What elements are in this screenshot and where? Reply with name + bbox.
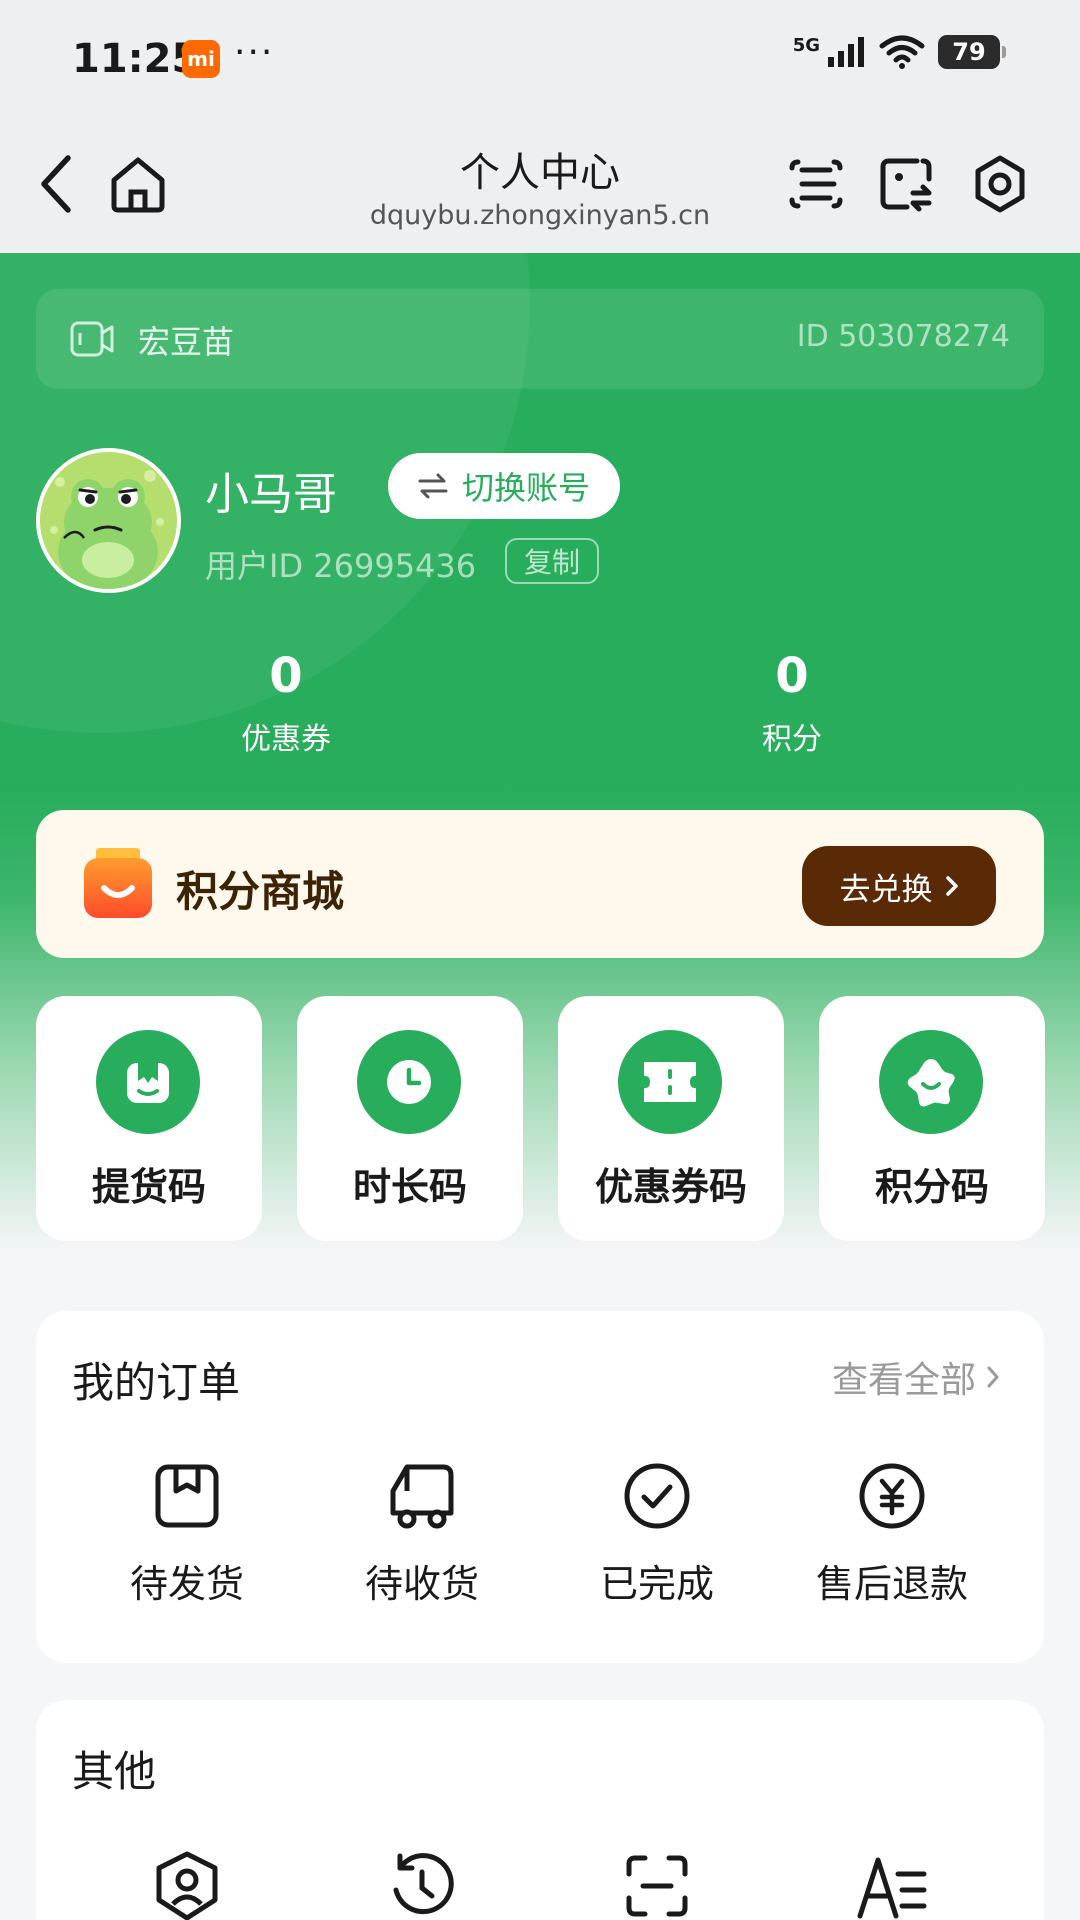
history-icon bbox=[393, 1853, 454, 1915]
coupon-label: 优惠券 bbox=[241, 722, 331, 757]
clock-icon bbox=[357, 1030, 461, 1134]
network-type: 5G bbox=[792, 34, 820, 56]
copy-button[interactable]: 复制 bbox=[505, 538, 599, 584]
coupon-stat[interactable]: 0 优惠券 bbox=[186, 648, 386, 758]
star-badge-icon bbox=[879, 1030, 983, 1134]
points-label: 积分 bbox=[762, 722, 822, 757]
truck-icon bbox=[390, 1464, 454, 1529]
mall-title: 积分商城 bbox=[176, 867, 345, 916]
yuan-circle-icon bbox=[859, 1463, 925, 1529]
battery-icon: 79 bbox=[938, 35, 1006, 69]
points-code-label: 积分码 bbox=[874, 1165, 989, 1209]
settings-icon[interactable] bbox=[968, 152, 1032, 216]
avatar[interactable] bbox=[36, 448, 181, 593]
wifi-icon bbox=[879, 35, 925, 69]
order-pending-receipt[interactable]: 待收货 bbox=[322, 1461, 522, 1608]
other-title: 其他 bbox=[72, 1747, 157, 1796]
battery-level: 79 bbox=[952, 38, 986, 66]
profile-header: 宏豆苗 ID 503078274 小马哥 切换账号 用户ID 26995436 … bbox=[0, 253, 1080, 1253]
order-label: 待发货 bbox=[129, 1562, 244, 1606]
shop-bag-icon bbox=[82, 848, 154, 920]
package-icon bbox=[155, 1464, 219, 1528]
share-card-icon[interactable] bbox=[874, 152, 938, 216]
store-video-icon bbox=[70, 319, 114, 359]
points-code-card[interactable]: 积分码 bbox=[819, 996, 1045, 1241]
more-notifications-icon: ··· bbox=[234, 32, 275, 73]
order-pending-shipment[interactable]: 待发货 bbox=[87, 1461, 287, 1608]
text-size-icon bbox=[857, 1857, 927, 1919]
check-circle-icon bbox=[624, 1463, 690, 1529]
signal-icon bbox=[828, 37, 864, 67]
view-all-orders-link[interactable]: 查看全部 bbox=[832, 1351, 1000, 1403]
coupon-code-label: 优惠券码 bbox=[594, 1165, 747, 1209]
points-mall-card[interactable]: 积分商城 去兑换 bbox=[36, 810, 1044, 958]
chevron-right-icon bbox=[945, 876, 958, 896]
view-all-label: 查看全部 bbox=[831, 1360, 976, 1401]
points-count: 0 bbox=[775, 648, 809, 704]
orders-title: 我的订单 bbox=[72, 1358, 241, 1407]
mi-badge-icon: mi bbox=[182, 40, 220, 78]
duration-code-card[interactable]: 时长码 bbox=[297, 996, 523, 1241]
other-item-history[interactable] bbox=[322, 1850, 522, 1920]
store-id: ID 503078274 bbox=[796, 319, 1010, 354]
other-item-scan[interactable] bbox=[557, 1850, 757, 1920]
switch-account-button[interactable]: 切换账号 bbox=[388, 453, 620, 519]
orders-card: 我的订单 查看全部 待发货 待收货 已完成 售后退款 bbox=[36, 1311, 1044, 1663]
coupon-code-card[interactable]: 优惠券码 bbox=[558, 996, 784, 1241]
status-indicators: 5G 79 bbox=[792, 34, 1006, 70]
chevron-right-icon bbox=[987, 1366, 999, 1388]
menu-icon[interactable] bbox=[784, 152, 848, 216]
switch-account-label: 切换账号 bbox=[461, 469, 590, 507]
scan-icon bbox=[626, 1855, 688, 1917]
other-item-account[interactable] bbox=[87, 1850, 287, 1920]
bag-icon bbox=[96, 1030, 200, 1134]
redeem-button[interactable]: 去兑换 bbox=[802, 846, 996, 926]
ticket-icon bbox=[618, 1030, 722, 1134]
order-label: 售后退款 bbox=[815, 1562, 968, 1606]
status-bar: 11:25 mi ··· 5G 79 bbox=[0, 0, 1080, 118]
user-shield-icon bbox=[156, 1851, 218, 1920]
redeem-label: 去兑换 bbox=[839, 871, 933, 908]
title-bar: 个人中心 dquybu.zhongxinyan5.cn bbox=[0, 118, 1080, 253]
points-stat[interactable]: 0 积分 bbox=[692, 648, 892, 758]
pickup-code-label: 提货码 bbox=[91, 1165, 206, 1209]
order-refund[interactable]: 售后退款 bbox=[792, 1461, 992, 1608]
coupon-count: 0 bbox=[269, 648, 303, 704]
user-id: 用户ID 26995436 bbox=[205, 547, 477, 585]
swap-icon bbox=[418, 473, 448, 499]
user-name: 小马哥 bbox=[205, 469, 337, 520]
status-time: 11:25 bbox=[72, 36, 200, 82]
order-label: 已完成 bbox=[599, 1562, 714, 1606]
other-card: 其他 bbox=[36, 1700, 1044, 1920]
order-label: 待收货 bbox=[364, 1562, 479, 1606]
duration-code-label: 时长码 bbox=[352, 1165, 467, 1209]
order-completed[interactable]: 已完成 bbox=[557, 1461, 757, 1608]
other-item-font-size[interactable] bbox=[792, 1850, 992, 1920]
store-bar[interactable]: 宏豆苗 ID 503078274 bbox=[36, 289, 1044, 389]
store-name: 宏豆苗 bbox=[138, 323, 235, 361]
pickup-code-card[interactable]: 提货码 bbox=[36, 996, 262, 1241]
